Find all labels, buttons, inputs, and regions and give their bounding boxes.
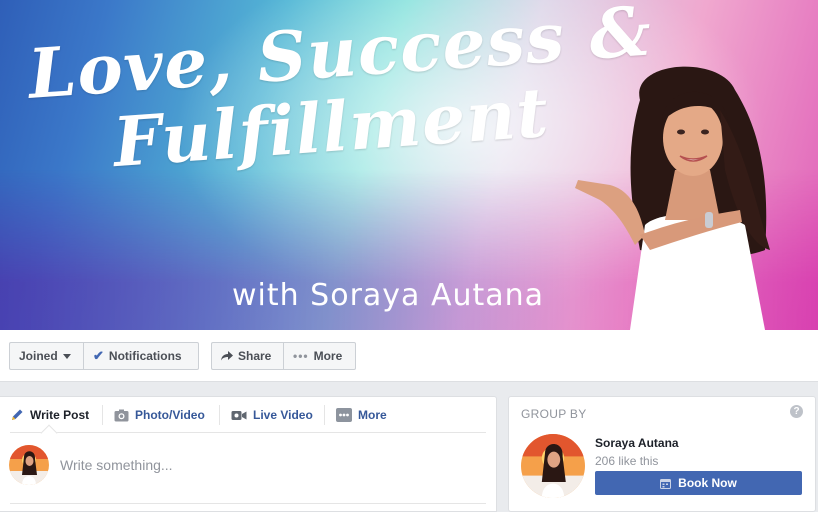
cover-person-image — [575, 66, 770, 330]
photo-icon — [114, 409, 129, 421]
video-camera-icon — [231, 410, 247, 420]
more-button[interactable]: ••• More — [283, 342, 356, 370]
group-action-bar: Joined ✔ Notifications Share ••• More — [0, 330, 818, 382]
book-now-label: Book Now — [678, 476, 737, 490]
post-composer: Write Post Photo/Video Live Video More W… — [0, 396, 497, 512]
tab-more[interactable]: More — [336, 397, 387, 433]
tab-photo-video[interactable]: Photo/Video — [114, 397, 205, 433]
tab-live-video[interactable]: Live Video — [231, 397, 313, 433]
more-icon — [336, 408, 352, 422]
group-by-card: GROUP BY ? Soraya Autana 206 like this B… — [508, 396, 816, 512]
composer-divider — [10, 503, 486, 504]
more-label: More — [313, 349, 343, 363]
avatar-image — [9, 445, 49, 485]
help-icon[interactable]: ? — [790, 405, 803, 418]
composer-tabs: Write Post Photo/Video Live Video More — [0, 397, 497, 433]
tab-more-label: More — [358, 408, 387, 422]
notifications-label: Notifications — [108, 349, 182, 363]
joined-button[interactable]: Joined — [9, 342, 84, 370]
check-icon: ✔ — [93, 348, 104, 363]
calendar-icon — [660, 478, 672, 489]
group-by-heading: GROUP BY — [521, 407, 587, 421]
owner-avatar-image — [521, 434, 585, 498]
joined-label: Joined — [19, 349, 58, 363]
ellipsis-icon: ••• — [293, 349, 309, 363]
tab-write-post-label: Write Post — [30, 408, 90, 422]
owner-likes-count: 206 like this — [595, 454, 659, 468]
tab-divider — [102, 405, 103, 425]
share-label: Share — [238, 349, 272, 363]
tab-photo-video-label: Photo/Video — [135, 408, 205, 422]
book-now-button[interactable]: Book Now — [595, 471, 802, 495]
user-avatar[interactable] — [9, 445, 49, 485]
cover-title: Love, Success & Fulfillment — [26, 0, 659, 186]
write-something-input[interactable]: Write something... — [60, 457, 173, 473]
tab-divider — [219, 405, 220, 425]
pencil-icon — [12, 409, 23, 420]
notifications-button[interactable]: ✔ Notifications — [83, 342, 199, 370]
tab-underline — [10, 432, 486, 433]
share-arrow-icon — [221, 351, 233, 361]
group-cover-photo[interactable]: Love, Success & Fulfillment with Soraya … — [0, 0, 818, 330]
caret-down-icon — [62, 353, 71, 359]
tab-live-video-label: Live Video — [253, 408, 313, 422]
share-button[interactable]: Share — [211, 342, 284, 370]
cover-subtitle: with Soraya Autana — [232, 278, 545, 313]
tab-divider — [324, 405, 325, 425]
owner-name-link[interactable]: Soraya Autana — [595, 436, 679, 450]
owner-avatar[interactable] — [521, 434, 585, 498]
